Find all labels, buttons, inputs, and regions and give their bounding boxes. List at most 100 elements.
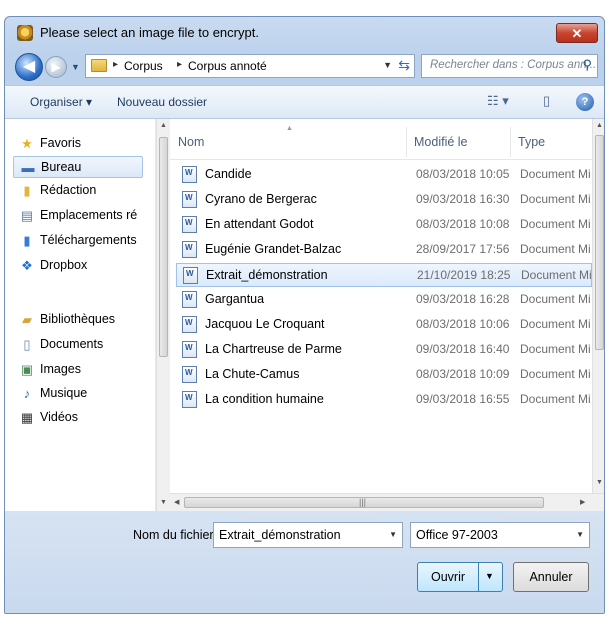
- column-type[interactable]: Type: [518, 135, 545, 149]
- file-list-scrollbar[interactable]: ▲ ▼: [592, 119, 604, 497]
- file-date: 09/03/2018 16:30: [416, 192, 510, 206]
- grip-icon: |||: [359, 497, 367, 507]
- file-row[interactable]: Candide 08/03/2018 10:05 Document Mi: [176, 163, 592, 187]
- word-document-icon: [182, 291, 197, 308]
- command-toolbar: Organiser ▾ Nouveau dossier ☷ ▾ ▯ ?: [5, 85, 604, 119]
- column-name[interactable]: Nom: [178, 135, 204, 149]
- refresh-icon[interactable]: ⇆: [398, 57, 410, 74]
- scrollbar-thumb[interactable]: [595, 135, 604, 350]
- file-type: Document Mi: [520, 167, 590, 181]
- file-date: 28/09/2017 17:56: [416, 242, 510, 256]
- recent-places-icon: ▤: [20, 208, 34, 223]
- file-row[interactable]: Eugénie Grandet-Balzac 28/09/2017 17:56 …: [176, 238, 592, 262]
- search-icon[interactable]: ⚲: [582, 57, 592, 73]
- sidebar-item-documents[interactable]: ▯ Documents: [13, 334, 143, 356]
- file-name: Candide: [205, 167, 252, 181]
- close-button[interactable]: ✕: [556, 23, 598, 43]
- file-row-selected[interactable]: Extrait_démonstration 21/10/2019 18:25 D…: [176, 263, 592, 287]
- file-date: 08/03/2018 10:09: [416, 367, 510, 381]
- word-document-icon: [182, 316, 197, 333]
- file-name: La Chartreuse de Parme: [205, 342, 342, 356]
- sidebar-item-recent-places[interactable]: ▤ Emplacements ré: [13, 205, 143, 227]
- breadcrumb[interactable]: ▸ Corpus ▸ Corpus annoté ▼ ⇆: [85, 54, 415, 78]
- sidebar-item-favorites[interactable]: ★ Favoris: [13, 133, 143, 155]
- column-modified[interactable]: Modifié le: [414, 135, 468, 149]
- recent-locations-dropdown[interactable]: ▼: [71, 62, 80, 72]
- chevron-down-icon[interactable]: ▼: [389, 530, 397, 539]
- file-date: 09/03/2018 16:40: [416, 342, 510, 356]
- cancel-button-label: Annuler: [529, 570, 573, 584]
- back-button[interactable]: ◀: [15, 53, 43, 81]
- breadcrumb-item-corpus[interactable]: Corpus: [124, 59, 163, 73]
- scroll-down-icon[interactable]: ▼: [160, 499, 167, 506]
- word-document-icon: [182, 216, 197, 233]
- chevron-down-icon[interactable]: ▼: [576, 530, 584, 539]
- column-divider[interactable]: [406, 127, 407, 157]
- word-document-icon: [183, 267, 198, 284]
- file-type: Document Mi: [520, 292, 590, 306]
- navigation-scrollbar[interactable]: ▲ ▼: [156, 119, 170, 511]
- file-name: Jacquou Le Croquant: [205, 317, 325, 331]
- sidebar-item-videos[interactable]: ▦ Vidéos: [13, 407, 143, 429]
- star-icon: ★: [21, 136, 33, 151]
- sidebar-item-libraries[interactable]: ▰ Bibliothèques: [13, 309, 143, 331]
- search-input[interactable]: Rechercher dans : Corpus ann... ⚲: [421, 54, 598, 78]
- scroll-right-icon[interactable]: ▶: [580, 498, 585, 506]
- dialog-title: Please select an image file to encrypt.: [40, 25, 259, 40]
- sidebar-item-music[interactable]: ♪ Musique: [13, 383, 143, 405]
- app-icon: [17, 25, 33, 41]
- column-divider[interactable]: [510, 127, 511, 157]
- sidebar-item-dropbox[interactable]: ❖ Dropbox: [13, 255, 143, 277]
- sort-ascending-icon: ▲: [286, 125, 293, 132]
- scroll-left-icon[interactable]: ◀: [174, 498, 179, 506]
- open-options-icon[interactable]: ▼: [485, 571, 494, 581]
- chevron-right-icon: ▸: [113, 59, 119, 70]
- sidebar-item-images[interactable]: ▣ Images: [13, 359, 143, 381]
- scrollbar-thumb[interactable]: [159, 137, 168, 357]
- help-icon[interactable]: ?: [576, 93, 594, 111]
- scrollbar-thumb[interactable]: |||: [184, 497, 544, 508]
- navigation-pane: ★ Favoris ▬ Bureau ▮ Rédaction ▤ Emplace…: [5, 119, 156, 511]
- address-bar: ◀ ▶ ▼ ▸ Corpus ▸ Corpus annoté ▼ ⇆ Reche…: [5, 49, 604, 85]
- music-icon: ♪: [23, 386, 31, 401]
- new-folder-button[interactable]: Nouveau dossier: [117, 95, 207, 109]
- file-row[interactable]: En attendant Godot 08/03/2018 10:08 Docu…: [176, 213, 592, 237]
- word-document-icon: [182, 241, 197, 258]
- horizontal-scrollbar[interactable]: ◀ ||| ▶: [170, 493, 604, 511]
- file-type: Document Mi: [520, 392, 590, 406]
- view-options-icon[interactable]: ☷ ▾: [487, 93, 509, 109]
- path-dropdown-icon[interactable]: ▼: [383, 60, 392, 70]
- sidebar-item-desktop[interactable]: ▬ Bureau: [13, 156, 143, 178]
- preview-pane-icon[interactable]: ▯: [543, 93, 550, 109]
- scroll-down-icon[interactable]: ▼: [596, 479, 603, 486]
- word-document-icon: [182, 391, 197, 408]
- sidebar-item-downloads[interactable]: ▮ Téléchargements: [13, 230, 143, 252]
- file-row[interactable]: La Chartreuse de Parme 09/03/2018 16:40 …: [176, 338, 592, 362]
- file-date: 08/03/2018 10:05: [416, 167, 510, 181]
- file-row[interactable]: Gargantua 09/03/2018 16:28 Document Mi: [176, 288, 592, 312]
- desktop-icon: ▬: [21, 160, 35, 175]
- file-name: Gargantua: [205, 292, 265, 306]
- open-button[interactable]: Ouvrir ▼: [417, 562, 503, 592]
- dropbox-icon: ❖: [21, 258, 33, 273]
- filename-field[interactable]: Extrait_démonstration ▼: [213, 522, 403, 548]
- file-name: Cyrano de Bergerac: [205, 192, 317, 206]
- file-date: 08/03/2018 10:08: [416, 217, 510, 231]
- scroll-up-icon[interactable]: ▲: [160, 122, 167, 129]
- documents-icon: ▯: [23, 337, 31, 352]
- breadcrumb-item-corpus-annote[interactable]: Corpus annoté: [188, 59, 267, 73]
- file-list: ▲ Nom Modifié le Type Candide 08/03/2018…: [170, 119, 604, 511]
- folder-icon: [91, 59, 107, 72]
- cancel-button[interactable]: Annuler: [513, 562, 589, 592]
- file-row[interactable]: La condition humaine 09/03/2018 16:55 Do…: [176, 388, 592, 412]
- filetype-select[interactable]: Office 97-2003 ▼: [410, 522, 590, 548]
- chevron-right-icon: ▸: [177, 59, 183, 70]
- scroll-up-icon[interactable]: ▲: [596, 122, 603, 129]
- file-name: La condition humaine: [205, 392, 324, 406]
- file-row[interactable]: Cyrano de Bergerac 09/03/2018 16:30 Docu…: [176, 188, 592, 212]
- forward-button[interactable]: ▶: [45, 56, 67, 78]
- file-row[interactable]: Jacquou Le Croquant 08/03/2018 10:06 Doc…: [176, 313, 592, 337]
- organize-button[interactable]: Organiser ▾: [30, 95, 92, 109]
- sidebar-item-redaction[interactable]: ▮ Rédaction: [13, 180, 143, 202]
- file-row[interactable]: La Chute-Camus 08/03/2018 10:09 Document…: [176, 363, 592, 387]
